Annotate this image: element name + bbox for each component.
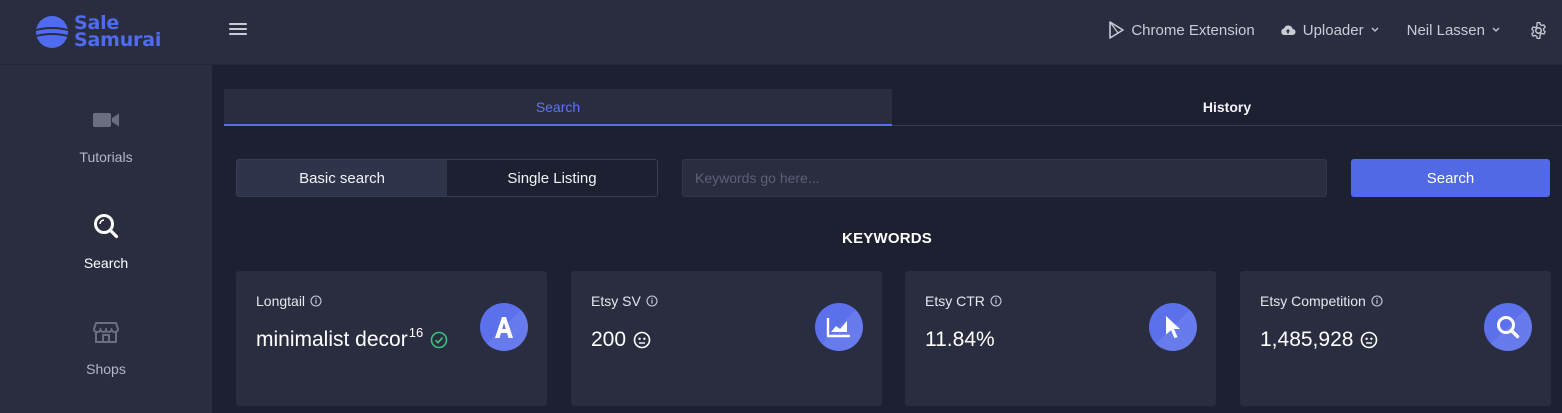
tab-history[interactable]: History xyxy=(892,89,1562,126)
metric-card-etsy-ctr: Etsy CTR 11.84% xyxy=(905,271,1216,406)
section-title: KEYWORDS xyxy=(842,230,932,247)
check-circle-icon xyxy=(430,331,448,349)
chrome-extension-link[interactable]: Chrome Extension xyxy=(1108,21,1255,39)
card-label: Etsy CTR xyxy=(925,293,985,309)
single-listing-button[interactable]: Single Listing xyxy=(447,160,657,196)
basic-search-button[interactable]: Basic search xyxy=(237,160,447,196)
sidebar-item-tutorials[interactable]: Tutorials xyxy=(0,105,212,165)
card-value: minimalist decor xyxy=(256,328,408,351)
brand-logo[interactable]: Sale Samurai xyxy=(34,12,161,52)
video-camera-icon xyxy=(93,113,119,127)
chevron-down-icon xyxy=(1492,27,1500,32)
keywords-input[interactable] xyxy=(682,159,1327,197)
card-value: 11.84% xyxy=(925,328,995,351)
card-label: Etsy SV xyxy=(591,293,641,309)
chrome-extension-label: Chrome Extension xyxy=(1131,21,1255,39)
user-menu-dropdown[interactable]: Neil Lassen xyxy=(1407,22,1500,39)
cursor-pointer-icon xyxy=(1149,303,1197,351)
search-mode-toggle: Basic search Single Listing xyxy=(236,159,658,197)
sidebar-item-label: Search xyxy=(83,255,129,271)
menu-toggle-icon[interactable] xyxy=(229,20,247,38)
logo-mark-icon xyxy=(36,16,68,48)
uploader-label: Uploader xyxy=(1302,21,1364,39)
tab-bar: Search History xyxy=(224,89,1562,127)
sidebar-item-shops[interactable]: Shops xyxy=(0,317,212,377)
top-nav: Chrome Extension Uploader Neil Lassen xyxy=(1108,0,1562,60)
search-button[interactable]: Search xyxy=(1351,159,1550,197)
top-bar: Sale Samurai Chrome Extension Uploader N xyxy=(0,0,1562,65)
neutral-face-icon xyxy=(633,331,651,349)
brand-name: Sale Samurai xyxy=(74,14,162,51)
card-value-superscript: 16 xyxy=(408,324,424,340)
brand-line-2: Samurai xyxy=(74,29,162,51)
info-icon[interactable] xyxy=(990,295,1002,307)
card-label: Etsy Competition xyxy=(1260,293,1366,309)
settings-gear-icon[interactable] xyxy=(1529,21,1548,40)
metric-card-longtail: Longtail minimalist decor 16 xyxy=(236,271,547,406)
magnifier-icon xyxy=(1484,303,1532,351)
card-value: 1,485,928 xyxy=(1260,328,1354,351)
play-store-icon xyxy=(1109,21,1125,39)
search-icon xyxy=(94,214,119,239)
tab-search[interactable]: Search xyxy=(224,89,892,126)
user-name: Neil Lassen xyxy=(1406,21,1485,39)
metric-card-etsy-sv: Etsy SV 200 xyxy=(571,271,882,406)
trending-chart-icon xyxy=(815,303,863,351)
card-label: Longtail xyxy=(256,293,306,309)
uploader-dropdown[interactable]: Uploader xyxy=(1280,22,1379,39)
chevron-down-icon xyxy=(1371,27,1379,32)
neutral-face-icon xyxy=(1361,331,1378,349)
info-icon[interactable] xyxy=(310,295,322,307)
cloud-upload-icon xyxy=(1281,25,1296,36)
letter-a-icon xyxy=(480,303,528,351)
info-icon[interactable] xyxy=(646,295,658,307)
sidebar: Tutorials Search Shops xyxy=(0,65,212,413)
sidebar-item-label: Shops xyxy=(86,361,126,377)
store-icon xyxy=(93,322,119,343)
info-icon[interactable] xyxy=(1371,295,1383,307)
card-value: 200 xyxy=(591,328,627,351)
sidebar-item-search[interactable]: Search xyxy=(0,211,212,271)
metric-card-etsy-competition: Etsy Competition 1,485,928 xyxy=(1240,271,1551,406)
sidebar-item-label: Tutorials xyxy=(79,149,133,165)
